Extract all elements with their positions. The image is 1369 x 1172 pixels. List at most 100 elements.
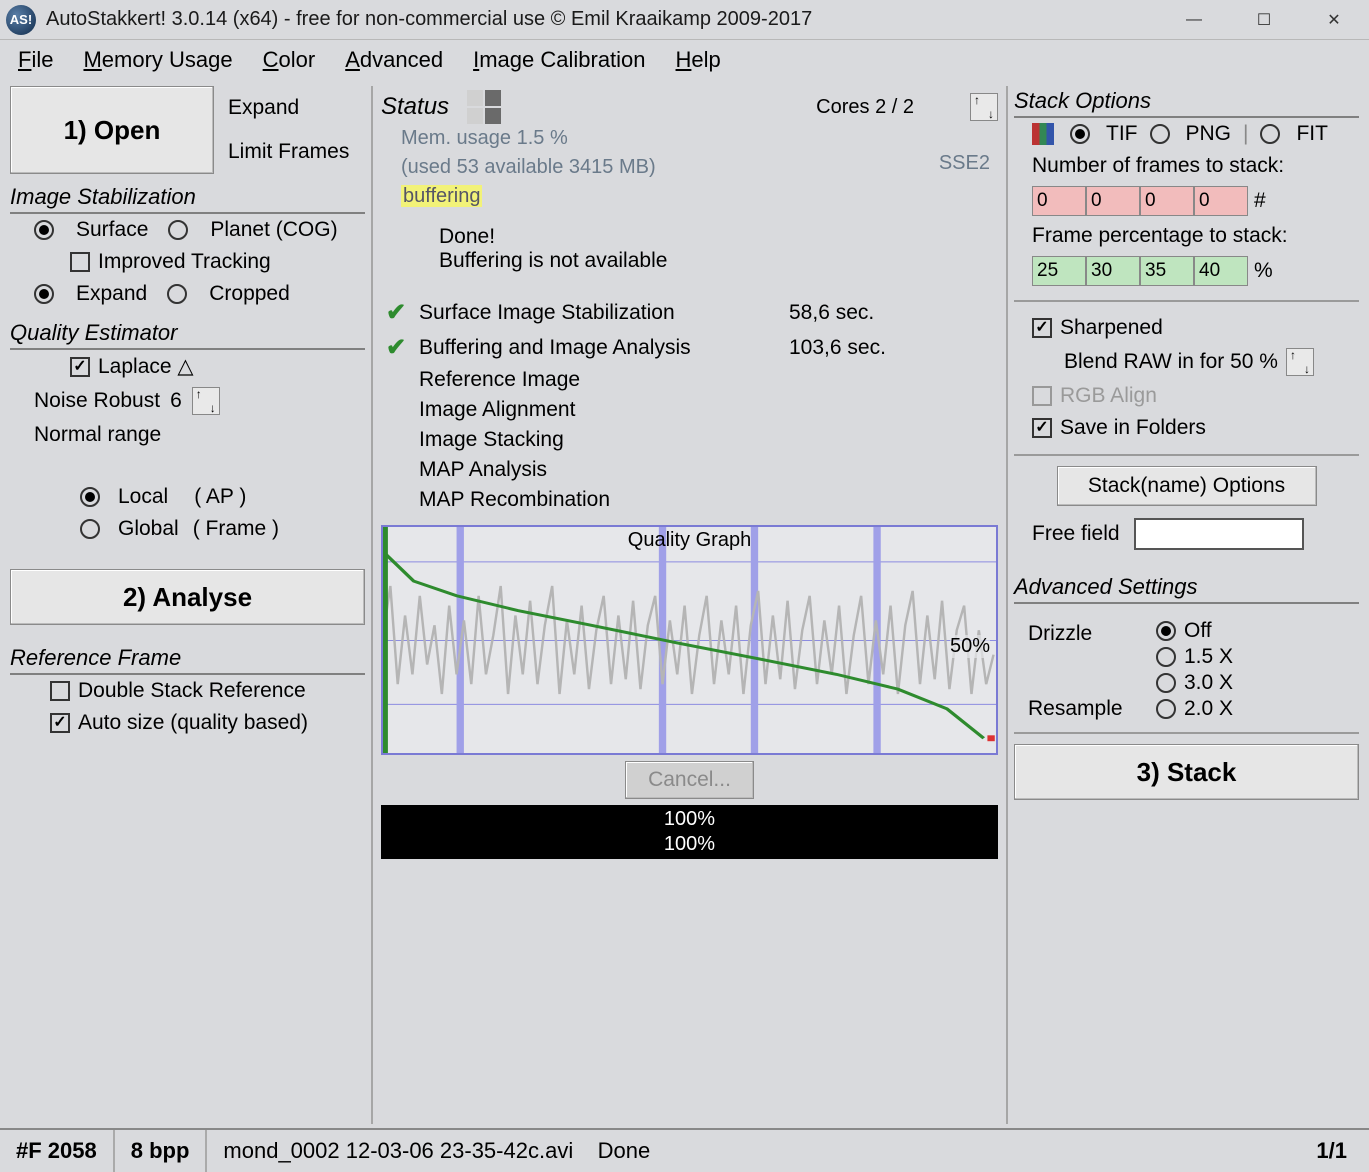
nframes-3[interactable] [1140, 186, 1194, 216]
open-button[interactable]: 1) Open [10, 86, 214, 174]
local-radio[interactable] [80, 487, 100, 507]
status-heading: Status [381, 93, 449, 121]
reference-frame-heading: Reference Frame [10, 643, 365, 675]
planet-radio[interactable] [168, 220, 188, 240]
num-frames-label: Number of frames to stack: [1014, 150, 1359, 182]
buffering-badge: buffering [401, 185, 482, 207]
close-button[interactable]: ✕ [1299, 0, 1369, 40]
expand-label: Expand [76, 282, 147, 306]
save-folders-check[interactable] [1032, 418, 1052, 438]
free-field-label: Free field [1032, 522, 1120, 546]
tif-label: TIF [1106, 122, 1138, 146]
global-radio[interactable] [80, 519, 100, 539]
drizzle-15x-label: 1.5 X [1184, 645, 1233, 669]
double-stack-check[interactable] [50, 681, 70, 701]
quality-estimator-heading: Quality Estimator [10, 318, 365, 350]
drizzle-label: Drizzle [1028, 618, 1148, 646]
drizzle-off-radio[interactable] [1156, 621, 1176, 641]
menu-memory-usage[interactable]: Memory Usage [83, 47, 232, 73]
window-title: AutoStakkert! 3.0.14 (x64) - free for no… [46, 8, 1159, 31]
nframes-4[interactable] [1194, 186, 1248, 216]
local-label: Local [118, 485, 168, 509]
process-step: MAP Recombination [381, 485, 998, 515]
cores-indicator-icon [467, 90, 501, 124]
quality-graph-title: Quality Graph [383, 529, 996, 552]
page-indicator: 1/1 [1294, 1138, 1369, 1164]
tif-radio[interactable] [1070, 124, 1090, 144]
file-state: Done [598, 1138, 651, 1163]
pframes-2[interactable] [1086, 256, 1140, 286]
process-list: ✔Surface Image Stabilization58,6 sec.✔Bu… [381, 295, 998, 515]
status-done: Done! [439, 225, 998, 249]
loaded-file: mond_0002 12-03-06 23-35-42c.avi [223, 1138, 573, 1163]
stack-options-heading: Stack Options [1014, 86, 1359, 118]
process-step: ✔Surface Image Stabilization58,6 sec. [381, 295, 998, 330]
process-step: Reference Image [381, 365, 998, 395]
nframes-2[interactable] [1086, 186, 1140, 216]
fifty-percent-label: 50% [950, 635, 990, 658]
mem-detail: (used 53 available 3415 MB) [401, 153, 939, 182]
frame-count: #F 2058 [0, 1130, 115, 1172]
fit-radio[interactable] [1260, 124, 1280, 144]
resample-label: Resample [1028, 697, 1148, 721]
global-hint: ( Frame ) [193, 517, 279, 541]
analyse-button[interactable]: 2) Analyse [10, 569, 365, 625]
progress-bar: 100% 100% [381, 805, 998, 859]
color-swatch-icon [1032, 123, 1054, 145]
drizzle-30x-label: 3.0 X [1184, 671, 1233, 695]
resample-20x-radio[interactable] [1156, 699, 1176, 719]
normal-range-label: Normal range [10, 419, 365, 451]
cropped-label: Cropped [209, 282, 290, 306]
planet-label: Planet (COG) [210, 218, 337, 242]
stack-button[interactable]: 3) Stack [1014, 744, 1359, 800]
nframes-1[interactable] [1032, 186, 1086, 216]
improved-tracking-label: Improved Tracking [98, 250, 271, 274]
noise-robust-label: Noise Robust [34, 389, 160, 413]
sharpened-check[interactable] [1032, 318, 1052, 338]
noise-robust-spinner[interactable] [192, 387, 220, 415]
menu-help[interactable]: Help [676, 47, 721, 73]
auto-size-label: Auto size (quality based) [78, 711, 308, 735]
improved-tracking-check[interactable] [70, 252, 90, 272]
limit-frames-link[interactable]: Limit Frames [228, 140, 349, 164]
expand-radio[interactable] [34, 284, 54, 304]
auto-size-check[interactable] [50, 713, 70, 733]
expand-link[interactable]: Expand [228, 96, 349, 120]
status-buffering-na: Buffering is not available [439, 249, 998, 273]
stack-name-options-button[interactable]: Stack(name) Options [1057, 466, 1317, 506]
app-logo: AS! [6, 5, 36, 35]
fit-label: FIT [1296, 122, 1328, 146]
surface-radio[interactable] [34, 220, 54, 240]
rgb-align-label: RGB Align [1060, 384, 1157, 408]
png-label: PNG [1186, 122, 1232, 146]
window-titlebar: AS! AutoStakkert! 3.0.14 (x64) - free fo… [0, 0, 1369, 40]
cancel-button[interactable]: Cancel... [625, 761, 754, 799]
menu-image-calibration[interactable]: Image Calibration [473, 47, 645, 73]
sharpened-label: Sharpened [1060, 316, 1163, 340]
minimize-button[interactable]: — [1159, 0, 1229, 40]
pct-frames-label: Frame percentage to stack: [1014, 220, 1359, 252]
drizzle-30x-radio[interactable] [1156, 673, 1176, 693]
free-field-input[interactable] [1134, 518, 1304, 550]
maximize-button[interactable]: ☐ [1229, 0, 1299, 40]
cores-spinner[interactable] [970, 93, 998, 121]
pframes-3[interactable] [1140, 256, 1194, 286]
quality-graph: Quality Graph 50% [381, 525, 998, 755]
laplace-check[interactable] [70, 357, 90, 377]
menu-advanced[interactable]: Advanced [345, 47, 443, 73]
mem-usage: Mem. usage 1.5 % [401, 124, 939, 153]
menu-color[interactable]: Color [263, 47, 316, 73]
process-step: MAP Analysis [381, 455, 998, 485]
menu-file[interactable]: File [18, 47, 53, 73]
bpp-label: 8 bpp [115, 1130, 208, 1172]
blend-raw-spinner[interactable] [1286, 348, 1314, 376]
pframes-1[interactable] [1032, 256, 1086, 286]
menu-bar: File Memory Usage Color Advanced Image C… [0, 40, 1369, 80]
drizzle-15x-radio[interactable] [1156, 647, 1176, 667]
cropped-radio[interactable] [167, 284, 187, 304]
pframes-4[interactable] [1194, 256, 1248, 286]
progress-1: 100% [381, 807, 998, 832]
png-radio[interactable] [1150, 124, 1170, 144]
pct-label: % [1254, 259, 1273, 283]
progress-2: 100% [381, 832, 998, 857]
